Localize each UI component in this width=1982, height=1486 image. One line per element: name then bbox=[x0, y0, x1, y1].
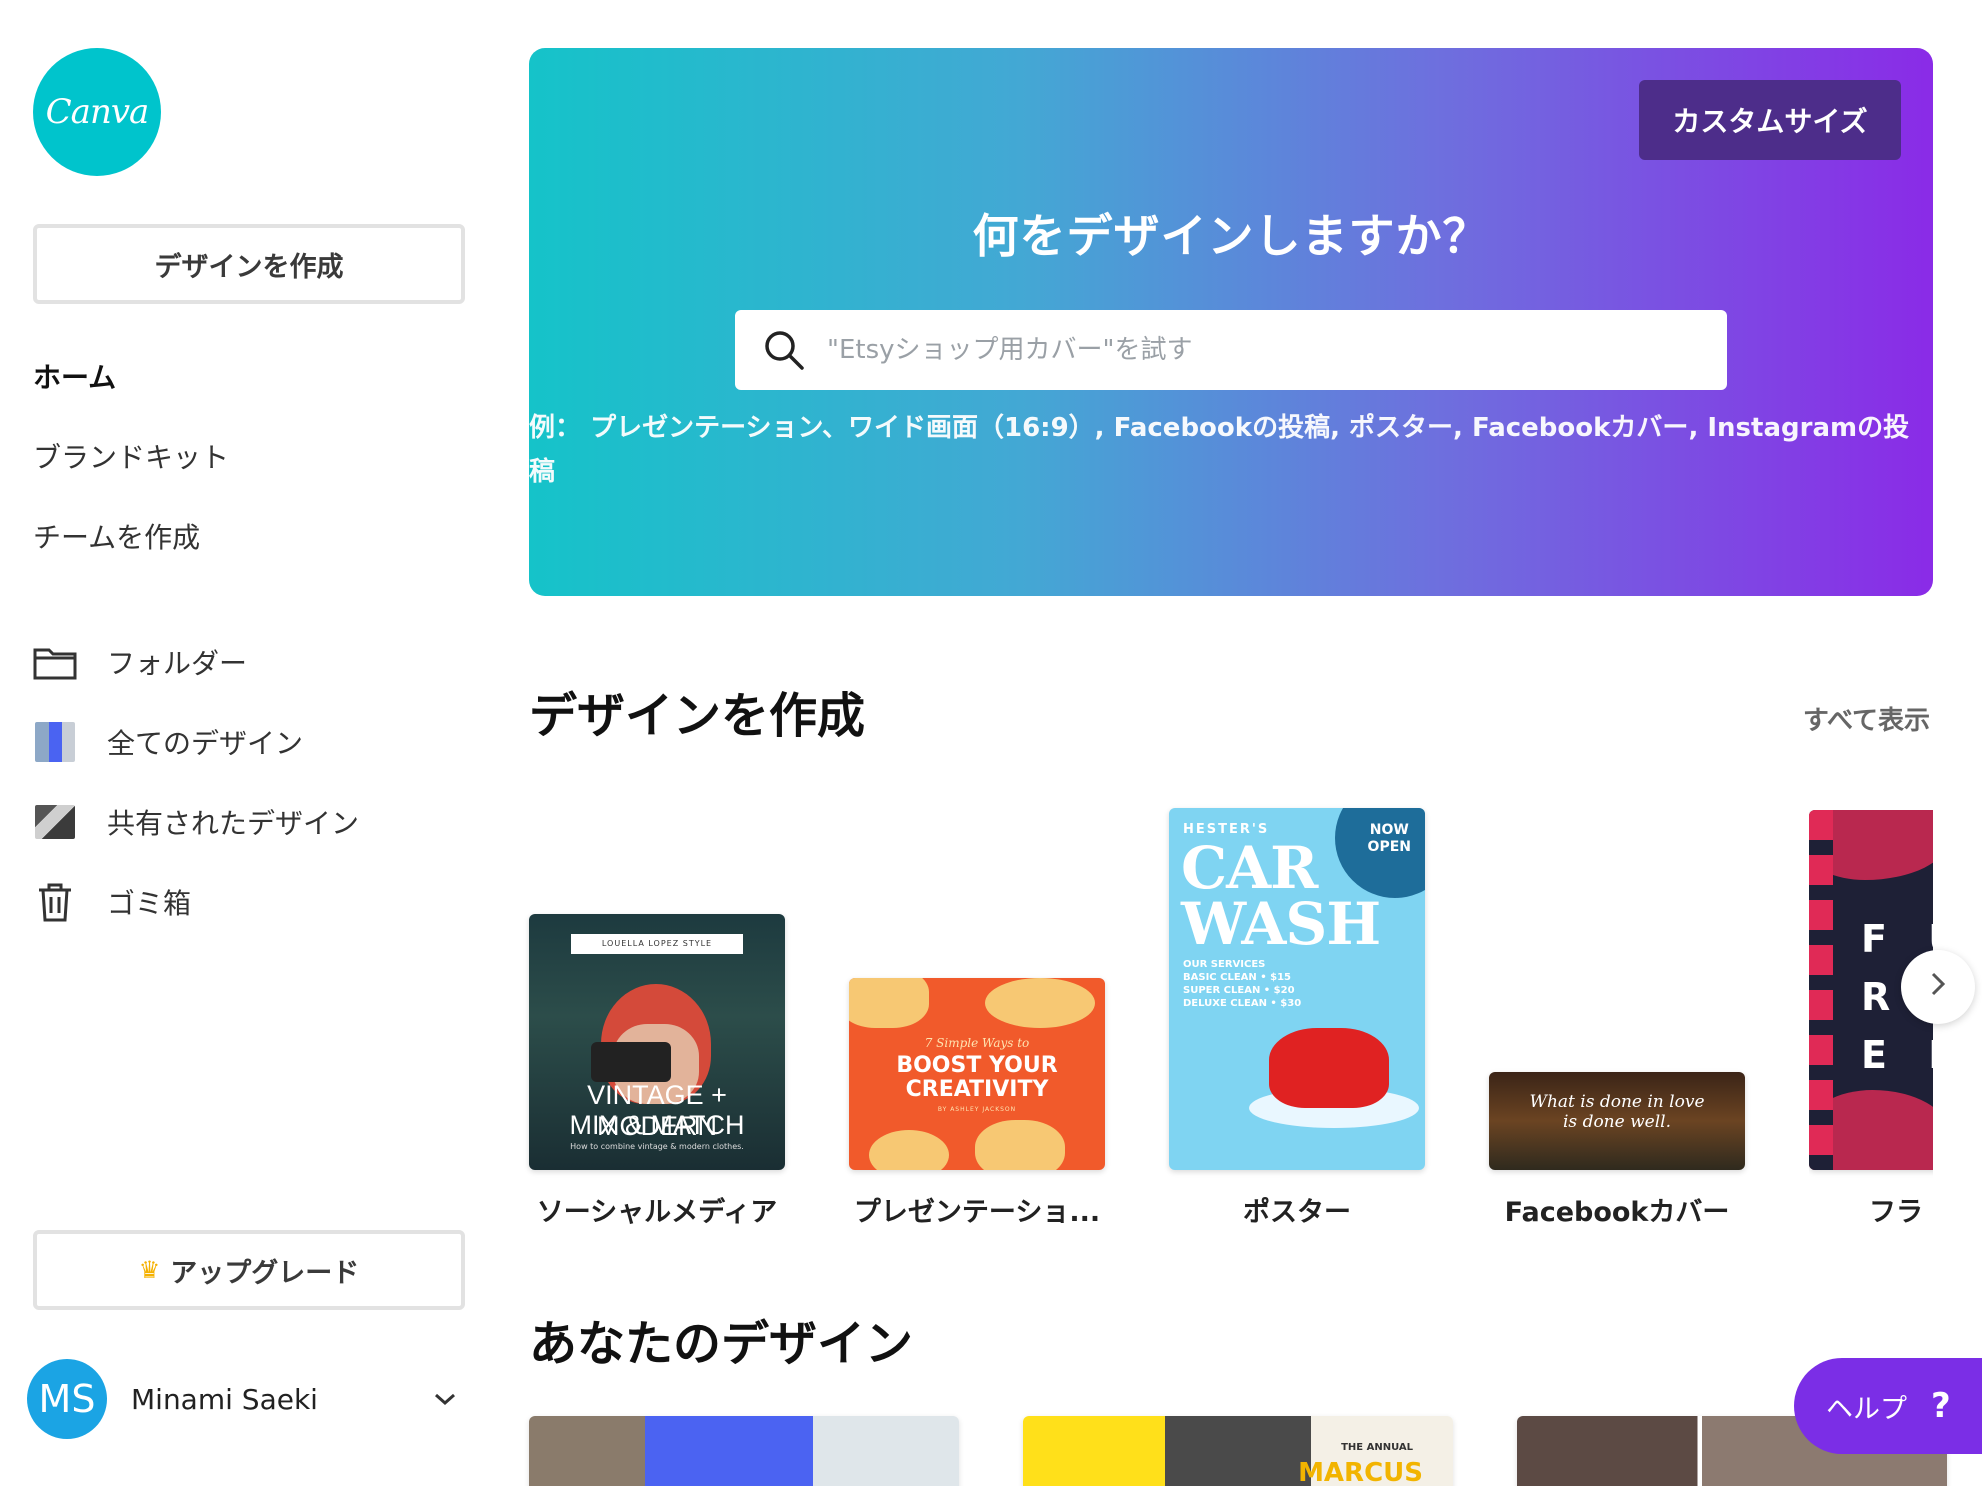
library-item-label: フォルダー bbox=[107, 647, 248, 680]
thumb-text: 7 Simple Ways to bbox=[924, 1036, 1030, 1050]
template-label: フラ bbox=[1869, 1197, 1923, 1228]
thumb-text: NOW bbox=[1369, 822, 1409, 838]
example-link-presentation[interactable]: プレゼンテーション、ワイド画面（16:9） bbox=[590, 413, 1095, 443]
question-icon: ? bbox=[1931, 1386, 1951, 1426]
search-icon bbox=[763, 329, 805, 371]
template-card-poster[interactable]: NOW OPEN HESTER'S CAR WASH OUR SERVICES … bbox=[1169, 808, 1425, 1234]
your-designs-title: あなたのデザイン bbox=[529, 1316, 914, 1372]
hero-banner: カスタムサイズ 何をデザインしますか？ 例： プレゼンテーション、ワイド画面（1… bbox=[529, 48, 1933, 596]
user-name: Minami Saeki bbox=[131, 1382, 318, 1416]
thumb-text: BOOST YOUR bbox=[896, 1053, 1058, 1078]
template-card-facebook-cover[interactable]: What is done in love is done well. Faceb… bbox=[1489, 1072, 1745, 1234]
help-button-label: ヘルプ bbox=[1826, 1393, 1907, 1425]
example-link-poster[interactable]: ポスター bbox=[1349, 413, 1453, 443]
camera-icon bbox=[591, 1042, 671, 1082]
thumb-text: MIX & MATCH bbox=[569, 1110, 745, 1140]
template-thumbnail: What is done in love is done well. bbox=[1489, 1072, 1745, 1170]
thumb-text: E R bbox=[1861, 1033, 1933, 1077]
library-item-shared-designs[interactable]: 共有されたデザイン bbox=[33, 798, 359, 846]
car-illustration bbox=[1269, 1028, 1389, 1108]
design-thumbnail[interactable] bbox=[529, 1416, 959, 1486]
folder-icon bbox=[33, 640, 77, 684]
library-item-trash[interactable]: ゴミ箱 bbox=[33, 878, 191, 926]
thumb-text: THE ANNUAL bbox=[1341, 1442, 1413, 1453]
design-search-box[interactable] bbox=[735, 310, 1727, 390]
canva-logo[interactable]: Canva bbox=[33, 48, 161, 176]
custom-size-button[interactable]: カスタムサイズ bbox=[1639, 80, 1901, 160]
template-label: Facebookカバー bbox=[1504, 1197, 1730, 1228]
chevron-down-icon[interactable] bbox=[433, 1384, 457, 1414]
example-suggestions: 例： プレゼンテーション、ワイド画面（16:9）, Facebookの投稿, ポ… bbox=[529, 413, 1910, 487]
library-item-label: 全てのデザイン bbox=[107, 727, 304, 760]
all-designs-thumbnail bbox=[33, 720, 77, 764]
example-link-facebook-post[interactable]: Facebookの投稿 bbox=[1114, 413, 1330, 443]
thumb-text: SUPER CLEAN • $20 bbox=[1183, 985, 1295, 996]
library-item-all-designs[interactable]: 全てのデザイン bbox=[33, 718, 303, 766]
thumb-text: What is done in love bbox=[1529, 1092, 1705, 1112]
nav-item-home[interactable]: ホーム bbox=[33, 356, 116, 396]
thumb-text: CAR bbox=[1181, 834, 1318, 902]
carousel-next-button[interactable] bbox=[1901, 950, 1975, 1024]
thumb-text: How to combine vintage & modern clothes. bbox=[570, 1142, 744, 1151]
thumb-text: CREATIVITY bbox=[905, 1077, 1049, 1102]
thumb-text: DELUXE CLEAN • $30 bbox=[1183, 998, 1302, 1009]
library-item-label: 共有されたデザイン bbox=[107, 807, 360, 840]
see-all-link[interactable]: すべて表示 bbox=[1803, 700, 1930, 737]
sidebar: Canva デザインを作成 ホーム ブランドキット チームを作成 フォルダー 全… bbox=[0, 0, 500, 1486]
thumb-text: BY ASHLEY JACKSON bbox=[937, 1106, 1017, 1113]
template-thumbnail: LOUELLA LOPEZ STYLE VINTAGE + MODERN MIX… bbox=[529, 914, 785, 1170]
template-label: ポスター bbox=[1243, 1197, 1351, 1228]
template-card-presentation[interactable]: 7 Simple Ways to BOOST YOUR CREATIVITY B… bbox=[849, 978, 1105, 1234]
template-label: ソーシャルメディア bbox=[536, 1197, 778, 1228]
search-input[interactable] bbox=[827, 310, 1727, 390]
thumb-text: LOUELLA LOPEZ STYLE bbox=[571, 934, 743, 954]
library-item-folders[interactable]: フォルダー bbox=[33, 638, 247, 686]
thumb-text: OUR SERVICES BASIC CLEAN • $15 SUPER CLE… bbox=[1183, 958, 1301, 1010]
hero-title: 何をデザインしますか？ bbox=[972, 209, 1490, 263]
shared-designs-thumbnail bbox=[33, 800, 77, 844]
template-thumbnail: NOW OPEN HESTER'S CAR WASH OUR SERVICES … bbox=[1169, 808, 1425, 1170]
create-design-button[interactable]: デザインを作成 bbox=[33, 224, 465, 304]
template-card-social-media[interactable]: LOUELLA LOPEZ STYLE VINTAGE + MODERN MIX… bbox=[529, 914, 785, 1234]
nav-item-create-team[interactable]: チームを作成 bbox=[33, 516, 200, 556]
trash-icon bbox=[33, 880, 77, 924]
create-section-title: デザインを作成 bbox=[529, 688, 866, 744]
thumb-text: BASIC CLEAN • $15 bbox=[1183, 972, 1291, 983]
create-design-button-label: デザインを作成 bbox=[154, 251, 344, 283]
examples-prefix: 例： bbox=[529, 413, 582, 443]
library-item-label: ゴミ箱 bbox=[107, 887, 192, 920]
example-link-facebook-cover[interactable]: Facebookカバー bbox=[1472, 413, 1688, 443]
user-menu[interactable]: MS Minami Saeki bbox=[27, 1358, 467, 1440]
template-thumbnail: 7 Simple Ways to BOOST YOUR CREATIVITY B… bbox=[849, 978, 1105, 1170]
template-label: プレゼンテーショ... bbox=[853, 1197, 1101, 1228]
thumb-text: MARCUS bbox=[1298, 1458, 1423, 1486]
template-card-flyer[interactable]: F U R E R フラ bbox=[1809, 810, 1933, 1234]
crown-icon: ♛ bbox=[138, 1256, 161, 1284]
chevron-right-icon bbox=[1928, 968, 1948, 1006]
upgrade-button-label: アップグレード bbox=[170, 1257, 360, 1289]
help-button[interactable]: ヘルプ ? bbox=[1794, 1358, 1982, 1454]
upgrade-button[interactable]: ♛ アップグレード bbox=[33, 1230, 465, 1310]
design-thumbnail[interactable]: THE ANNUAL MARCUS bbox=[1023, 1416, 1453, 1486]
thumb-text: OUR SERVICES bbox=[1183, 959, 1266, 970]
thumb-text: BOOST YOUR CREATIVITY bbox=[849, 1054, 1105, 1102]
nav-item-brand-kit[interactable]: ブランドキット bbox=[33, 436, 229, 476]
thumb-text: What is done in love is done well. bbox=[1489, 1092, 1745, 1132]
thumb-text: CAR WASH bbox=[1181, 834, 1381, 958]
thumb-text: WASH bbox=[1181, 890, 1381, 958]
thumb-text: is done well. bbox=[1563, 1112, 1671, 1132]
avatar: MS bbox=[27, 1359, 107, 1439]
